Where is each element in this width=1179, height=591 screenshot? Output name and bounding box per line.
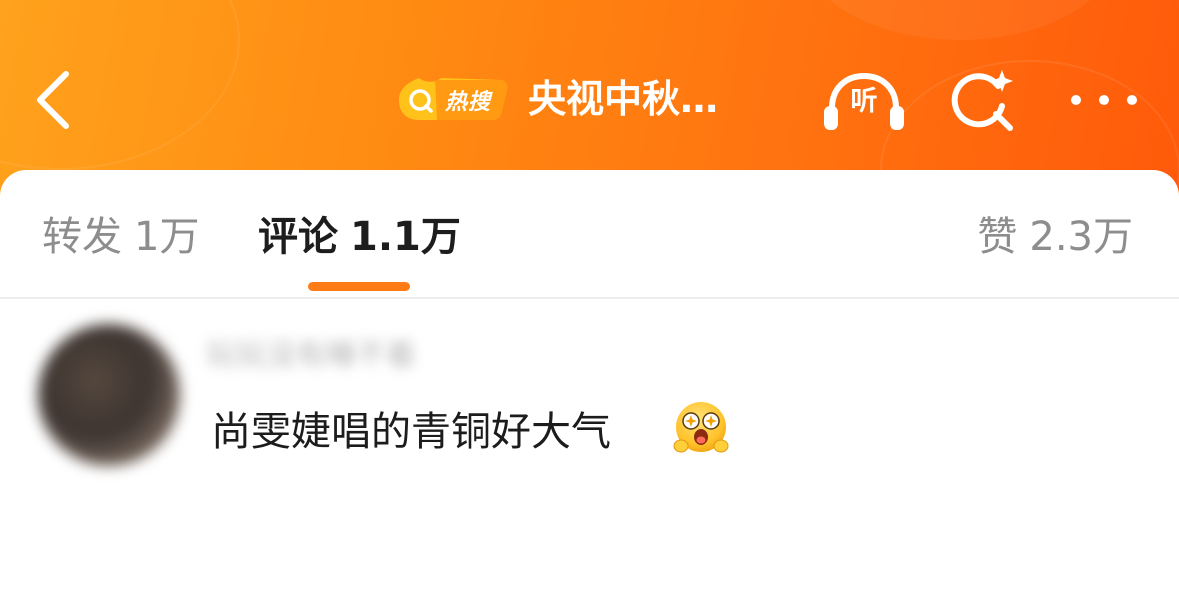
tab-like-label: 赞 [977, 214, 1018, 260]
page-title: 央视中秋… [528, 77, 719, 121]
tab-divider [0, 297, 1179, 299]
excited-face-emoji-icon [673, 402, 729, 453]
tab-comment-count: 1.1万 [350, 214, 461, 260]
comment-username[interactable]: 玩玩没有睡不着 [206, 336, 506, 376]
tab-repost-count: 1万 [134, 214, 200, 260]
more-button[interactable] [1064, 80, 1144, 120]
listen-button[interactable]: 听 [822, 70, 906, 132]
more-dots-icon [1071, 95, 1137, 105]
tab-repost-label: 转发 [42, 214, 122, 260]
search-button[interactable] [950, 66, 1020, 134]
tab-like-count: 2.3万 [1029, 214, 1133, 260]
comment-text: 尚雯婕唱的青铜好大气 [211, 409, 611, 455]
header-decoration [800, 0, 1120, 40]
tab-repost[interactable]: 转发 1万 [42, 210, 199, 264]
listen-label: 听 [850, 86, 878, 117]
avatar[interactable] [38, 324, 180, 466]
back-button[interactable] [28, 66, 88, 134]
back-arrow-icon [37, 71, 69, 129]
search-sparkle-icon [951, 70, 1013, 131]
active-tab-indicator [308, 282, 410, 291]
hot-search-badge[interactable]: 热搜 [397, 76, 509, 122]
weibo-comments-screen: 热搜 央视中秋… 听 转发 1万 评论 1.1万 赞 2.3万 玩玩没有睡不着 … [0, 0, 1179, 591]
tab-comment-label: 评论 [258, 214, 338, 260]
tab-like[interactable]: 赞 2.3万 [977, 210, 1133, 264]
hot-search-label: 热搜 [445, 90, 492, 115]
tab-comment[interactable]: 评论 1.1万 [258, 210, 461, 264]
